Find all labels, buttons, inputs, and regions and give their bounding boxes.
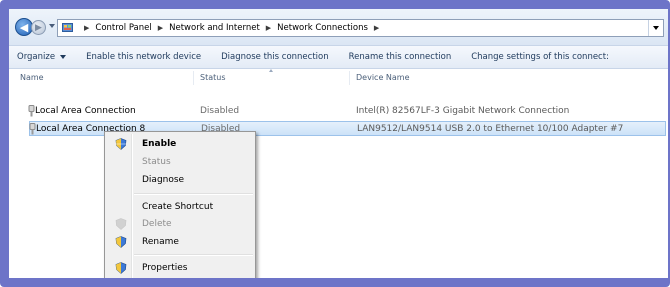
breadcrumb-network-connections[interactable]: Network Connections xyxy=(277,23,368,33)
breadcrumb-network-and-internet[interactable]: Network and Internet xyxy=(169,23,260,33)
breadcrumb-separator-icon[interactable]: ▶ xyxy=(374,24,379,32)
menu-item-diagnose[interactable]: Diagnose xyxy=(107,171,253,189)
uac-shield-icon xyxy=(115,218,127,230)
connection-name: Local Area Connection xyxy=(35,106,136,116)
menu-item-status: Status xyxy=(107,153,253,171)
uac-shield-icon xyxy=(115,262,127,274)
explorer-window: ◀ ▶ ▶ Control Panel ▶ Network and Intern… xyxy=(9,9,668,278)
network-adapter-icon xyxy=(28,105,35,117)
menu-separator xyxy=(134,193,253,195)
menu-item-create-shortcut[interactable]: Create Shortcut xyxy=(107,198,253,216)
breadcrumb: ▶ Control Panel ▶ Network and Internet ▶… xyxy=(78,20,385,36)
chevron-down-icon xyxy=(653,26,659,30)
connection-device: Intel(R) 82567LF-3 Gigabit Network Conne… xyxy=(356,106,570,116)
chevron-down-icon xyxy=(60,55,67,59)
breadcrumb-separator-icon[interactable]: ▶ xyxy=(266,24,271,32)
organize-menu[interactable]: Organize xyxy=(9,52,76,62)
diagnose-connection-button[interactable]: Diagnose this connection xyxy=(211,52,339,62)
address-dropdown-button[interactable] xyxy=(648,20,663,36)
menu-item-rename-label: Rename xyxy=(142,237,179,247)
recent-pages-dropdown-icon[interactable] xyxy=(49,24,55,28)
enable-device-label: Enable this network device xyxy=(86,52,202,62)
column-headers: Name Status Device Name xyxy=(9,69,668,87)
network-adapter-icon xyxy=(29,123,36,135)
column-divider[interactable] xyxy=(193,71,194,85)
uac-shield-icon xyxy=(115,236,127,248)
menu-separator xyxy=(134,254,253,256)
column-header-device-name[interactable]: Device Name xyxy=(356,73,410,82)
change-settings-label: Change settings of this connect: xyxy=(471,52,609,62)
connection-status: Disabled xyxy=(200,106,240,116)
command-bar: Organize Enable this network device Diag… xyxy=(9,45,668,69)
context-menu: Enable Status Diagnose Create Shortcut D… xyxy=(104,131,256,278)
rename-connection-label: Rename this connection xyxy=(348,52,452,62)
breadcrumb-separator-icon[interactable]: ▶ xyxy=(158,24,163,32)
connection-device: LAN9512/LAN9514 USB 2.0 to Ethernet 10/1… xyxy=(357,124,624,134)
list-item[interactable]: Local Area Connection Disabled Intel(R) … xyxy=(27,104,668,119)
menu-item-enable[interactable]: Enable xyxy=(107,135,253,153)
enable-device-button[interactable]: Enable this network device xyxy=(76,52,211,62)
menu-item-delete-label: Delete xyxy=(142,219,172,229)
breadcrumb-separator-icon[interactable]: ▶ xyxy=(84,24,89,32)
uac-shield-icon xyxy=(115,138,127,150)
address-bar-area: ◀ ▶ ▶ Control Panel ▶ Network and Intern… xyxy=(9,9,668,45)
column-divider[interactable] xyxy=(349,71,350,85)
menu-item-delete: Delete xyxy=(107,215,253,233)
column-header-status[interactable]: Status xyxy=(200,73,226,82)
menu-item-diagnose-label: Diagnose xyxy=(142,175,185,185)
sort-indicator-icon xyxy=(269,69,273,72)
control-panel-icon xyxy=(62,23,73,32)
menu-item-status-label: Status xyxy=(142,157,171,167)
change-settings-button[interactable]: Change settings of this connect: xyxy=(461,52,619,62)
menu-item-properties-label: Properties xyxy=(142,263,188,273)
organize-label: Organize xyxy=(17,52,56,62)
diagnose-connection-label: Diagnose this connection xyxy=(221,52,329,62)
column-header-name[interactable]: Name xyxy=(20,73,44,82)
menu-item-enable-label: Enable xyxy=(142,139,177,149)
address-box[interactable]: ▶ Control Panel ▶ Network and Internet ▶… xyxy=(57,19,664,37)
menu-item-properties[interactable]: Properties xyxy=(107,259,253,277)
menu-item-create-shortcut-label: Create Shortcut xyxy=(142,202,214,212)
forward-arrow-icon[interactable]: ▶ xyxy=(31,20,46,35)
breadcrumb-control-panel[interactable]: Control Panel xyxy=(95,23,151,33)
menu-item-rename[interactable]: Rename xyxy=(107,233,253,251)
rename-connection-button[interactable]: Rename this connection xyxy=(339,52,462,62)
